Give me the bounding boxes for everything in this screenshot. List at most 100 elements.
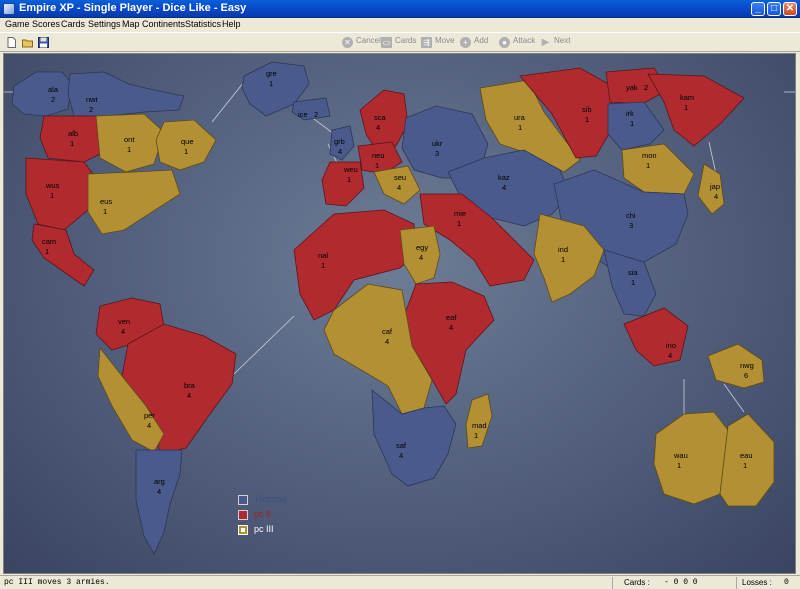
menu-settings[interactable]: Settings	[88, 19, 121, 29]
label-ukr-armies: 3	[435, 149, 439, 158]
territory-wus[interactable]	[25, 157, 97, 231]
cancel-button[interactable]: ✕ Cancel	[342, 36, 381, 50]
menu-statistics[interactable]: Statistics	[185, 19, 221, 29]
map-canvas[interactable]: ala2 nwt2 gre1 alb1 ont1 que1 wus1 eus1 …	[4, 54, 796, 574]
label-ino-code: ino	[666, 341, 676, 350]
label-sca-armies: 4	[376, 123, 380, 132]
label-neu-armies: 1	[375, 161, 379, 170]
label-ice-armies: 2	[314, 110, 318, 119]
menu-cards[interactable]: Cards	[61, 19, 85, 29]
label-neu-code: neu	[372, 151, 385, 160]
label-weu-code: weu	[343, 165, 358, 174]
label-nwg-code: nwg	[740, 361, 754, 370]
cards-button[interactable]: ▭ Cards	[381, 36, 416, 50]
menu-continents[interactable]: Continents	[142, 19, 185, 29]
losses-label: Losses :	[742, 578, 772, 587]
label-egy-armies: 4	[419, 253, 423, 262]
territory-arg[interactable]	[135, 449, 183, 555]
add-button[interactable]: + Add	[460, 36, 488, 50]
close-button[interactable]: ✕	[783, 2, 797, 16]
status-divider	[612, 577, 613, 589]
label-wau-armies: 1	[677, 461, 681, 470]
label-que-armies: 1	[184, 147, 188, 156]
cancel-icon: ✕	[342, 37, 353, 48]
territory-ala[interactable]	[11, 71, 73, 117]
world-map[interactable]: ala 2 nwt 2 gre 1 alb 1 ont 1 que 1 wus 1 eus 1 …	[3, 53, 796, 574]
label-irk-armies: 1	[630, 119, 634, 128]
label-eus-armies: 1	[103, 207, 107, 216]
open-folder-icon[interactable]	[22, 37, 33, 48]
move-button[interactable]: ⇶ Move	[421, 36, 455, 50]
territory-mon[interactable]	[621, 143, 695, 195]
label-gre-armies: 1	[269, 79, 273, 88]
territory-wau[interactable]	[653, 411, 729, 505]
territory-nwg[interactable]	[707, 343, 765, 389]
cards-icon: ▭	[381, 37, 392, 48]
label-ont-code: ont	[124, 135, 135, 144]
title-bar[interactable]: Empire XP - Single Player - Dice Like - …	[0, 0, 800, 18]
label-saf-code: saf	[396, 441, 407, 450]
label-eau-armies: 1	[743, 461, 747, 470]
label-nwt-code: nwt	[86, 95, 99, 104]
label-chi-armies: 3	[629, 221, 633, 230]
label-nwg-armies: 6	[744, 371, 748, 380]
territory-irk[interactable]	[607, 101, 665, 151]
attack-icon: ●	[499, 37, 510, 48]
label-ala-armies: 2	[51, 95, 55, 104]
label-eus-code: eus	[100, 197, 112, 206]
status-bar: pc III moves 3 armies. Cards : - 0 0 0 L…	[0, 575, 800, 589]
menu-scores[interactable]: Scores	[32, 19, 60, 29]
label-yak-code: yak	[626, 83, 638, 92]
app-icon[interactable]	[3, 3, 15, 15]
territory-cam[interactable]	[31, 223, 95, 287]
territory-ino[interactable]	[623, 307, 689, 367]
label-kam-code: kam	[680, 93, 694, 102]
label-cam-code: cam	[42, 237, 56, 246]
attack-button[interactable]: ● Attack	[499, 36, 535, 50]
label-gre-code: gre	[266, 69, 277, 78]
label-cam-armies: 1	[45, 247, 49, 256]
minimize-button[interactable]: _	[751, 2, 765, 16]
save-disk-icon[interactable]	[38, 37, 49, 48]
add-icon: +	[460, 37, 471, 48]
next-icon: ▶	[541, 37, 550, 48]
label-eaf-armies: 4	[449, 323, 453, 332]
label-mon-armies: 1	[646, 161, 650, 170]
menu-help[interactable]: Help	[222, 19, 241, 29]
label-mie-armies: 1	[457, 219, 461, 228]
new-document-icon[interactable]	[6, 37, 17, 48]
label-seu-code: seu	[394, 173, 406, 182]
label-wus-code: wus	[45, 181, 60, 190]
label-kaz-armies: 4	[502, 183, 506, 192]
label-ino-armies: 4	[668, 351, 672, 360]
label-egy-code: egy	[416, 243, 428, 252]
label-mie-code: mie	[454, 209, 466, 218]
label-ont-armies: 1	[127, 145, 131, 154]
label-caf-armies: 4	[385, 337, 389, 346]
label-jap-code: jap	[709, 182, 720, 191]
territory-nwt[interactable]	[67, 71, 185, 117]
toolbar: ✕ Cancel ▭ Cards ⇶ Move + Add ● Attack ▶ Next	[0, 32, 800, 52]
label-sca-code: sca	[374, 113, 387, 122]
player-color-swatch	[238, 495, 248, 505]
next-button[interactable]: ▶ Next	[540, 36, 571, 50]
label-per-code: per	[144, 411, 155, 420]
label-jap-armies: 4	[714, 192, 718, 201]
territory-kam[interactable]	[647, 73, 745, 147]
label-ven-armies: 4	[121, 327, 125, 336]
label-grb-armies: 4	[338, 147, 342, 156]
label-ice-code: ice	[298, 110, 308, 119]
label-eau-code: eau	[740, 451, 753, 460]
label-wus-armies: 1	[50, 191, 54, 200]
player-color-swatch	[238, 525, 248, 535]
territory-eau[interactable]	[719, 413, 775, 507]
menu-game[interactable]: Game	[5, 19, 30, 29]
label-yak-armies: 2	[644, 83, 648, 92]
label-mad-code: mad	[472, 421, 487, 430]
app-window: Empire XP - Single Player - Dice Like - …	[0, 0, 800, 589]
menu-map[interactable]: Map	[122, 19, 140, 29]
label-chi-code: chi	[626, 211, 636, 220]
label-nal-code: nal	[318, 251, 328, 260]
maximize-button[interactable]: □	[767, 2, 781, 16]
label-nwt-armies: 2	[89, 105, 93, 114]
